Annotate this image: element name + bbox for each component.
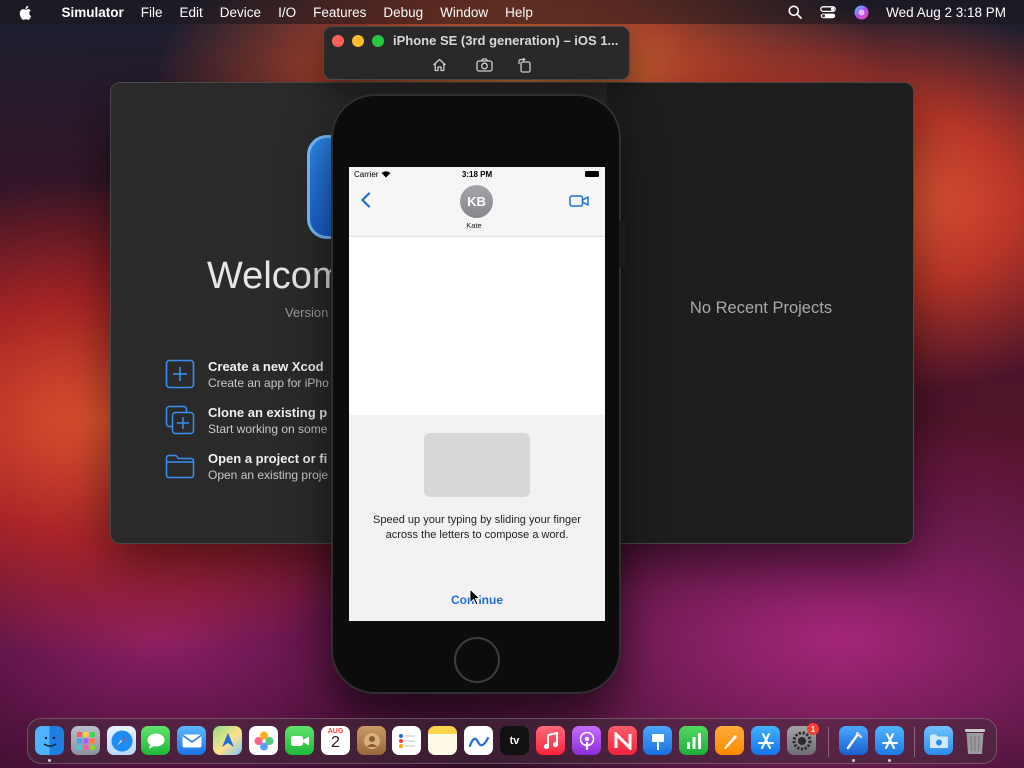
downloads-folder-icon[interactable]	[924, 726, 953, 755]
safari-icon[interactable]	[107, 726, 136, 755]
launchpad-icon[interactable]	[71, 726, 100, 755]
create-project-action[interactable]: Create a new Xcod Create an app for iPho	[165, 359, 329, 390]
menu-debug[interactable]: Debug	[375, 5, 432, 20]
news-icon[interactable]	[608, 726, 637, 755]
open-project-subtitle: Open an existing proje	[208, 468, 329, 482]
screenshot-camera-icon[interactable]	[475, 57, 493, 73]
keynote-icon[interactable]	[643, 726, 672, 755]
siri-icon[interactable]	[853, 4, 869, 20]
clone-repository-title: Clone an existing p	[208, 405, 328, 420]
dock-separator-trash	[914, 727, 915, 757]
finder-icon[interactable]	[35, 726, 64, 755]
clone-repository-action[interactable]: Clone an existing p Start working on som…	[165, 405, 327, 436]
apple-tv-label: tv	[509, 734, 520, 747]
mail-icon[interactable]	[177, 726, 206, 755]
menu-io[interactable]: I/O	[270, 5, 305, 20]
folder-icon	[165, 454, 195, 479]
version-label: Version	[285, 305, 329, 320]
menu-bar-clock[interactable]: Wed Aug 2 3:18 PM	[886, 5, 1006, 20]
control-center-icon[interactable]	[820, 4, 837, 20]
freeform-icon[interactable]	[464, 726, 493, 755]
dock: AUG 2 tv 1	[27, 718, 997, 764]
slide-to-type-animation	[424, 433, 530, 497]
open-project-action[interactable]: Open a project or fi Open an existing pr…	[165, 451, 328, 482]
menu-bar: Simulator File Edit Device I/O Features …	[0, 0, 1024, 24]
home-button[interactable]	[454, 637, 500, 683]
dock-separator	[828, 727, 829, 757]
apple-menu-icon[interactable]	[18, 4, 34, 21]
contacts-icon[interactable]	[357, 726, 386, 755]
spotlight-search-icon[interactable]	[787, 4, 803, 20]
finder-running-indicator	[48, 759, 51, 762]
numbers-icon[interactable]	[679, 726, 708, 755]
reminders-icon[interactable]	[392, 726, 421, 755]
create-project-title: Create a new Xcod	[208, 359, 324, 374]
calendar-icon[interactable]: AUG 2	[321, 726, 350, 755]
settings-notification-badge: 1	[807, 723, 819, 735]
menu-file[interactable]: File	[132, 5, 171, 20]
clone-repository-subtitle: Start working on some	[208, 422, 328, 436]
notes-icon[interactable]	[428, 726, 457, 755]
trash-icon[interactable]	[960, 726, 989, 755]
facetime-video-icon[interactable]	[569, 194, 589, 208]
device-screen[interactable]: Carrier 3:18 PM KB Kate Speed up your ty…	[349, 167, 605, 621]
system-settings-icon[interactable]: 1	[787, 723, 819, 755]
photos-icon[interactable]	[249, 726, 278, 755]
back-chevron-icon[interactable]	[360, 192, 372, 208]
menu-edit[interactable]: Edit	[171, 5, 211, 20]
apple-tv-icon[interactable]: tv	[500, 726, 529, 755]
minimize-window-button[interactable]	[352, 35, 364, 47]
welcome-title: Welcom	[207, 255, 344, 297]
rotate-device-icon[interactable]	[515, 57, 533, 73]
simulator-window-title: iPhone SE (3rd generation) – iOS 1...	[393, 33, 619, 48]
create-project-subtitle: Create an app for iPho	[208, 376, 329, 390]
menu-device[interactable]: Device	[211, 5, 269, 20]
xcode-running-indicator	[852, 759, 855, 762]
menu-window[interactable]: Window	[432, 5, 497, 20]
conversation-header: Carrier 3:18 PM KB Kate	[349, 167, 605, 237]
simulator-icon[interactable]	[875, 726, 904, 755]
mouse-pointer-icon	[469, 588, 481, 606]
clone-repository-icon	[165, 405, 195, 435]
close-window-button[interactable]	[332, 35, 344, 47]
xcode-icon[interactable]	[839, 726, 868, 755]
status-bar: Carrier 3:18 PM	[349, 167, 605, 183]
contact-avatar[interactable]: KB	[460, 185, 493, 218]
calendar-day: 2	[331, 734, 340, 751]
status-time: 3:18 PM	[461, 170, 493, 179]
simulator-titlebar: iPhone SE (3rd generation) – iOS 1...	[323, 26, 630, 80]
maps-icon[interactable]	[213, 726, 242, 755]
side-button	[619, 220, 625, 268]
battery-icon	[585, 171, 599, 177]
menu-app-simulator[interactable]: Simulator	[53, 5, 132, 20]
zoom-window-button[interactable]	[372, 35, 384, 47]
music-icon[interactable]	[536, 726, 565, 755]
plus-square-icon	[165, 359, 195, 389]
menu-features[interactable]: Features	[305, 5, 375, 20]
simulator-running-indicator	[888, 759, 891, 762]
facetime-icon[interactable]	[285, 726, 314, 755]
no-recent-projects-label: No Recent Projects	[689, 299, 833, 317]
open-project-title: Open a project or fi	[208, 451, 328, 466]
app-store-icon[interactable]	[751, 726, 780, 755]
recent-projects-pane: No Recent Projects	[607, 83, 913, 543]
podcasts-icon[interactable]	[572, 726, 601, 755]
pages-icon[interactable]	[715, 726, 744, 755]
home-icon[interactable]	[430, 57, 448, 73]
menu-help[interactable]: Help	[497, 5, 542, 20]
slide-to-type-message: Speed up your typing by sliding your fin…	[373, 514, 581, 541]
messages-icon[interactable]	[141, 726, 170, 755]
contact-name[interactable]: Kate	[349, 221, 599, 230]
